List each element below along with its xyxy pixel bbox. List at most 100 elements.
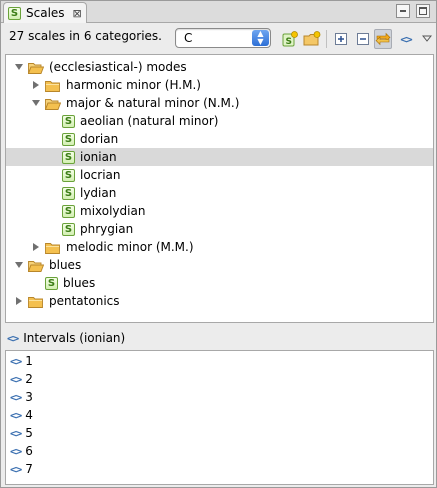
interval-icon: <>: [10, 390, 22, 404]
select-arrows-icon: ▲ ▼: [252, 30, 269, 46]
new-folder-icon: [303, 31, 321, 46]
key-select-value: C: [184, 31, 193, 45]
link-with-editor-button[interactable]: [374, 29, 392, 49]
folder-icon: [28, 295, 44, 308]
minimize-icon[interactable]: [396, 4, 410, 18]
interval-icon: <>: [10, 426, 22, 440]
view-menu-icon: [422, 35, 432, 42]
scale-icon: S: [62, 168, 75, 182]
toolbar-separator: [326, 30, 327, 48]
tree-item-label: dorian: [80, 132, 119, 146]
tree-item-label: aeolian (natural minor): [80, 114, 219, 128]
link-with-editor-icon: [375, 32, 391, 46]
tree-scale-item[interactable]: Sionian: [6, 148, 433, 166]
expand-closed-icon[interactable]: [31, 242, 41, 252]
tree-item-label: blues: [49, 258, 82, 272]
interval-label: 3: [25, 390, 33, 404]
tree-item-label: harmonic minor (H.M.): [66, 78, 201, 92]
expand-all-button[interactable]: [332, 30, 350, 48]
interval-item[interactable]: <> 3: [6, 388, 433, 406]
folder-open-icon: [27, 61, 45, 74]
tree-item-label: ionian: [80, 150, 117, 164]
show-intervals-button[interactable]: <>: [397, 30, 415, 48]
folder-open-icon: [27, 259, 45, 272]
tree-scale-item[interactable]: Sphrygian: [6, 220, 433, 238]
folder-icon: [45, 79, 61, 92]
scale-icon: S: [62, 204, 75, 218]
intervals-header: <> Intervals (ionian): [1, 327, 436, 349]
tree-item-label: blues: [63, 276, 96, 290]
interval-icon: <>: [10, 462, 22, 476]
scale-icon: S: [62, 186, 75, 200]
maximize-icon[interactable]: [416, 4, 430, 18]
collapse-all-button[interactable]: [354, 30, 372, 48]
scales-toolbar: 27 scales in 6 categories. C ▲ ▼ S <>: [1, 24, 436, 52]
interval-label: 6: [25, 444, 33, 458]
collapse-all-icon: [357, 33, 369, 45]
scale-count-label: 27 scales in 6 categories.: [9, 29, 162, 43]
interval-icon: <>: [10, 444, 22, 458]
tree-scale-item[interactable]: Sblues: [6, 274, 433, 292]
interval-item[interactable]: <> 7: [6, 460, 433, 478]
interval-item[interactable]: <> 2: [6, 370, 433, 388]
scale-icon: S: [62, 150, 75, 164]
interval-label: 2: [25, 372, 33, 386]
new-scale-icon: S: [282, 31, 298, 47]
folder-open-icon: [44, 97, 62, 110]
interval-label: 1: [25, 354, 33, 368]
tab-label: Scales: [26, 6, 65, 20]
view-menu-button[interactable]: [418, 30, 436, 48]
interval-item[interactable]: <> 5: [6, 424, 433, 442]
tree-scale-item[interactable]: Saeolian (natural minor): [6, 112, 433, 130]
new-scale-button[interactable]: S: [281, 30, 299, 48]
svg-text:S: S: [286, 37, 292, 47]
tree-folder-item[interactable]: pentatonics: [6, 292, 433, 310]
tree-scale-item[interactable]: Slocrian: [6, 166, 433, 184]
tree-scale-item[interactable]: Smixolydian: [6, 202, 433, 220]
interval-label: 7: [25, 462, 33, 476]
tree-item-label: locrian: [80, 168, 121, 182]
intervals-title: Intervals (ionian): [23, 331, 126, 345]
interval-icon: <>: [10, 408, 22, 422]
tree-folder-item[interactable]: blues: [6, 256, 433, 274]
scale-icon: S: [62, 114, 75, 128]
interval-item[interactable]: <> 1: [6, 352, 433, 370]
expand-closed-icon[interactable]: [14, 296, 24, 306]
interval-item[interactable]: <> 4: [6, 406, 433, 424]
new-folder-button[interactable]: [303, 30, 321, 48]
interval-label: 5: [25, 426, 33, 440]
intervals-list[interactable]: <> 1 <> 2 <> 3 <> 4 <> 5 <> 6 <> 7: [5, 350, 434, 485]
tree-item-label: (ecclesiastical-) modes: [49, 60, 187, 74]
expand-open-icon[interactable]: [31, 98, 41, 108]
folder-icon: [45, 241, 61, 254]
interval-label: 4: [25, 408, 33, 422]
scale-icon: S: [62, 222, 75, 236]
expand-closed-icon[interactable]: [31, 80, 41, 90]
expand-open-icon[interactable]: [14, 62, 24, 72]
intervals-icon: <>: [7, 331, 19, 345]
tab-scales[interactable]: S Scales ⊠: [3, 2, 87, 23]
tree-folder-item[interactable]: harmonic minor (H.M.): [6, 76, 433, 94]
scales-tree[interactable]: (ecclesiastical-) modes harmonic minor (H…: [5, 54, 434, 323]
tree-item-label: melodic minor (M.M.): [66, 240, 194, 254]
interval-icon: <>: [10, 372, 22, 386]
scale-icon: S: [62, 132, 75, 146]
interval-item[interactable]: <> 6: [6, 442, 433, 460]
key-select[interactable]: C ▲ ▼: [175, 28, 271, 48]
expand-open-icon[interactable]: [14, 260, 24, 270]
tree-folder-item[interactable]: (ecclesiastical-) modes: [6, 58, 433, 76]
show-intervals-icon: <>: [400, 32, 412, 46]
scale-icon: S: [45, 276, 58, 290]
interval-icon: <>: [10, 354, 22, 368]
tree-item-label: major & natural minor (N.M.): [66, 96, 240, 110]
tree-folder-item[interactable]: major & natural minor (N.M.): [6, 94, 433, 112]
tree-folder-item[interactable]: melodic minor (M.M.): [6, 238, 433, 256]
tree-item-label: mixolydian: [80, 204, 146, 218]
tree-scale-item[interactable]: Slydian: [6, 184, 433, 202]
scale-icon: S: [8, 6, 21, 20]
tree-scale-item[interactable]: Sdorian: [6, 130, 433, 148]
view-tab-bar: S Scales ⊠: [1, 1, 436, 23]
close-tab-icon[interactable]: ⊠: [73, 7, 82, 20]
tree-item-label: phrygian: [80, 222, 134, 236]
expand-all-icon: [335, 33, 347, 45]
